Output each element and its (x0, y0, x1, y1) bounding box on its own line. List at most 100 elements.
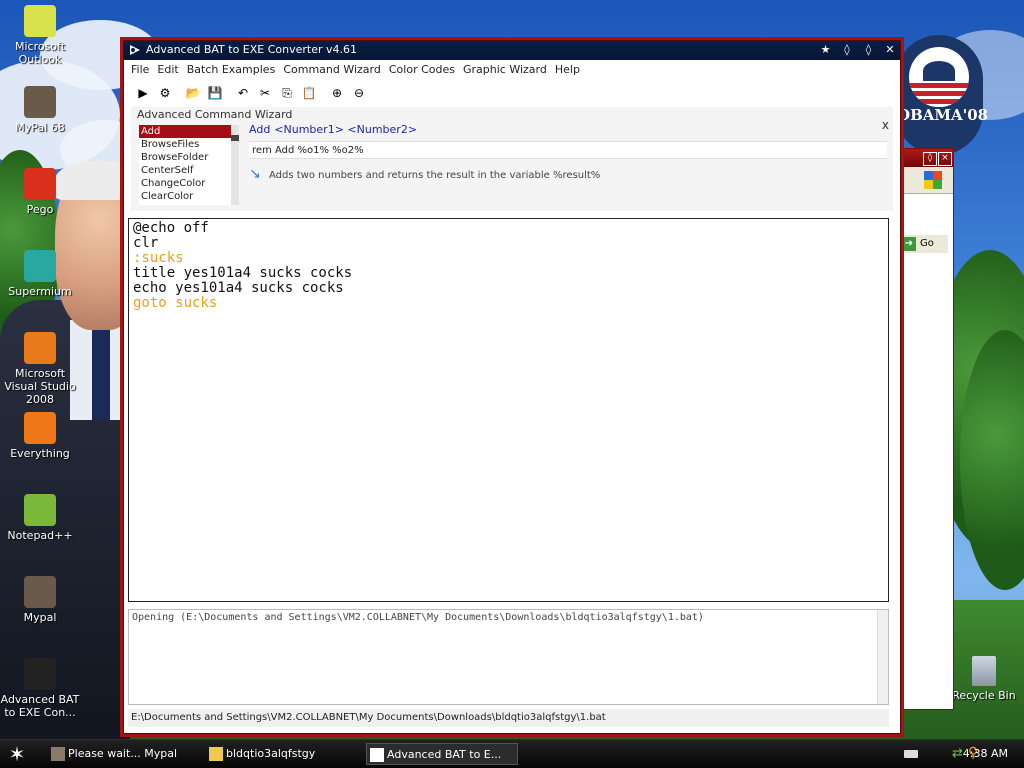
code-line: @echo off (133, 220, 209, 236)
keyboard-icon[interactable] (904, 750, 918, 758)
compile-icon[interactable]: ⚙ (156, 84, 174, 102)
taskbar-button[interactable]: Please wait... Mypal (48, 743, 198, 765)
window-title: Advanced BAT to EXE Converter v4.61 (146, 43, 358, 56)
cut-icon[interactable]: ✂ (256, 84, 274, 102)
output-scrollbar[interactable] (877, 610, 888, 704)
zoom-out-icon[interactable]: ⊖ (350, 84, 368, 102)
obama-logo (895, 35, 983, 155)
menu-help[interactable]: Help (552, 60, 585, 76)
start-button[interactable]: ✶ (6, 743, 28, 765)
supermium-icon (24, 250, 56, 282)
taskbar-button[interactable]: bldqtio3alqfstgy (206, 743, 356, 765)
command-list-item[interactable]: BrowseFiles (139, 138, 231, 151)
save-icon[interactable]: 💾 (206, 84, 224, 102)
menu-command-wizard[interactable]: Command Wizard (280, 60, 386, 76)
undo-icon[interactable]: ↶ (234, 84, 252, 102)
desktop-icon[interactable]: Mypal (0, 576, 80, 624)
mypal-icon (24, 86, 56, 118)
menu-edit[interactable]: Edit (154, 60, 183, 76)
folder-icon (209, 747, 223, 761)
outlook-icon (24, 5, 56, 37)
desktop-icon[interactable]: Notepad++ (0, 494, 80, 542)
background-window[interactable]: × ◊ ➜ Go (895, 148, 954, 710)
command-list[interactable]: Add BrowseFiles BrowseFolder CenterSelf Chan… (139, 125, 231, 205)
command-list-item[interactable]: BrowseFolder (139, 151, 231, 164)
desktop-icon-label: Everything (10, 447, 70, 460)
desktop-icon-label: Notepad++ (7, 529, 73, 542)
taskbar-button-label: bldqtio3alqfstgy (226, 747, 316, 760)
paste-icon[interactable]: 📋 (300, 84, 318, 102)
maximize-button[interactable]: ◊ (861, 43, 877, 57)
output-log[interactable]: Opening (E:\Documents and Settings\VM2.C… (128, 609, 889, 705)
open-folder-icon[interactable]: 📂 (184, 84, 202, 102)
code-editor[interactable]: @echo off clr:sucks title yes101a4 sucks c… (128, 218, 889, 602)
command-description: ↘ Adds two numbers and returns the result… (249, 166, 601, 182)
mypal-icon (24, 576, 56, 608)
command-list-scrollbar[interactable] (231, 125, 239, 205)
wizard-close-button[interactable]: x (882, 118, 889, 132)
desktop-icon-label: Mypal (23, 611, 57, 624)
windows-logo-icon (924, 171, 942, 189)
go-arrow-icon: ➜ (902, 237, 916, 251)
menu-file[interactable]: File (128, 60, 154, 76)
command-wizard-panel: Advanced Command Wizard x Add BrowseFiles… (131, 107, 893, 211)
taskbar: ✶ Please wait... Mypal bldqtio3alqfstgy Ad… (0, 739, 1024, 768)
background-window-titlebar[interactable]: × ◊ (896, 149, 953, 167)
menu-bar: File Edit Batch Examples Command Wizard Colo… (124, 60, 900, 80)
everything-icon (24, 412, 56, 444)
syntax-args: <Number1> <Number2> (274, 123, 418, 136)
desktop-icon-recycle-bin[interactable]: Recycle Bin (944, 656, 1024, 702)
syntax-command: Add (249, 123, 271, 136)
desktop-icon[interactable]: Microsoft Visual Studio 2008 (0, 332, 80, 406)
menu-color-codes[interactable]: Color Codes (386, 60, 460, 76)
code-line: :sucks (133, 250, 184, 266)
insert-arrow-icon[interactable]: ↘ (249, 166, 263, 182)
code-line: goto sucks (133, 295, 218, 311)
toolbar: ▶ ⚙ 📂 💾 ↶ ✂ ⎘ 📋 ⊕ ⊖ (124, 80, 900, 106)
code-line: title yes101a4 sucks cocks (133, 265, 353, 281)
run-icon[interactable]: ▶ (134, 84, 152, 102)
taskbar-button-label: Advanced BAT to E... (387, 748, 502, 761)
bat-to-exe-icon (370, 748, 384, 762)
menu-batch-examples[interactable]: Batch Examples (184, 60, 281, 76)
minimize-button[interactable]: ◊ (839, 43, 855, 57)
desktop-icon-label: Microsoft Visual Studio 2008 (4, 367, 76, 406)
close-icon[interactable]: × (938, 152, 952, 166)
title-bar[interactable]: Advanced BAT to EXE Converter v4.61 ★ ◊ … (124, 41, 900, 60)
go-button[interactable]: ➜ Go (900, 235, 948, 253)
code-line: clr (133, 235, 159, 251)
desktop-icon-label: MyPal 68 (15, 121, 65, 134)
recycle-bin-icon (972, 656, 996, 686)
desktop-icon[interactable]: Pego (0, 168, 80, 216)
code-line: echo yes101a4 sucks cocks (133, 280, 344, 296)
notepadpp-icon (24, 494, 56, 526)
desktop-icon[interactable]: Everything (0, 412, 80, 460)
restore-icon[interactable]: ◊ (923, 152, 937, 166)
command-list-item[interactable]: ClearColor (139, 190, 231, 203)
desktop-icon[interactable]: Supermium (0, 250, 80, 298)
desktop-icon-label: Supermium (8, 285, 72, 298)
taskbar-button-label: Please wait... Mypal (68, 747, 178, 760)
desktop-icon-label: Advanced BAT to EXE Con... (0, 693, 80, 719)
command-list-item[interactable]: ChangeColor (139, 177, 231, 190)
star-icon[interactable]: ★ (818, 43, 834, 57)
taskbar-button[interactable]: Advanced BAT to E... (366, 743, 518, 765)
command-syntax: Add <Number1> <Number2> (249, 123, 417, 136)
main-window[interactable]: Advanced BAT to EXE Converter v4.61 ★ ◊ … (123, 40, 901, 734)
desktop-icon[interactable]: Advanced BAT to EXE Con... (0, 658, 80, 719)
zoom-in-icon[interactable]: ⊕ (328, 84, 346, 102)
pego-icon (24, 168, 56, 200)
menu-graphic-wizard[interactable]: Graphic Wizard (460, 60, 552, 76)
visual-studio-icon (24, 332, 56, 364)
desktop-icon-label: Microsoft Outlook (14, 40, 66, 66)
desktop-icon-label: Pego (26, 203, 54, 216)
command-list-item[interactable]: CenterSelf (139, 164, 231, 177)
close-button[interactable]: ✕ (882, 43, 898, 57)
clock: 4:38 AM (962, 747, 1008, 760)
copy-icon[interactable]: ⎘ (278, 84, 296, 102)
desktop-icon[interactable]: MyPal 68 (0, 86, 80, 134)
wizard-title: Advanced Command Wizard (137, 108, 293, 121)
command-list-item[interactable]: Add (139, 125, 231, 138)
desktop-icon[interactable]: Microsoft Outlook (0, 5, 80, 66)
rem-line-field[interactable]: rem Add %o1% %o2% (249, 141, 887, 159)
